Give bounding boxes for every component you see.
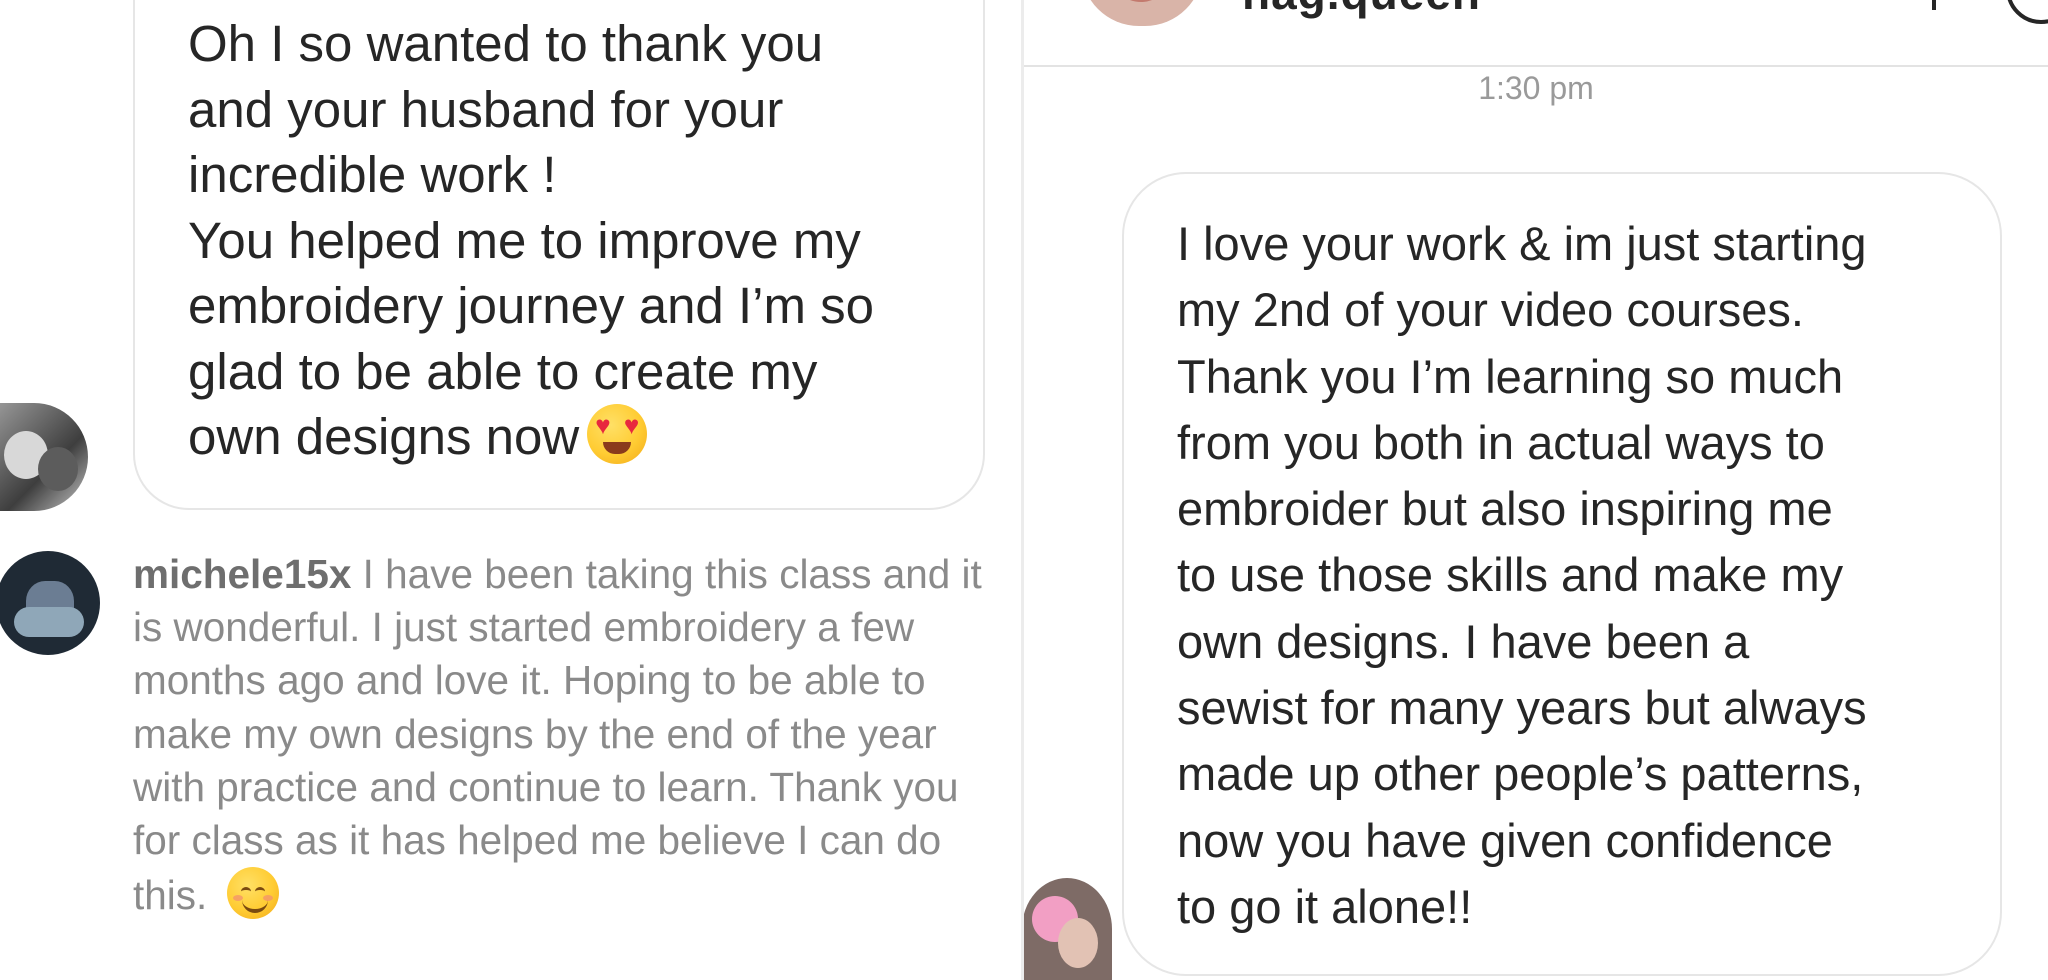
comment-username[interactable]: michele15x	[133, 551, 351, 597]
sender-avatar[interactable]	[0, 403, 88, 511]
left-screenshot: Oh I so wanted to thank you and your hus…	[0, 0, 1024, 980]
comment-text: I have been taking this class and it is …	[133, 551, 982, 919]
call-icon[interactable]	[1932, 0, 1936, 10]
right-screenshot: nag.queen 1:30 pm I love your work & im …	[1024, 0, 2048, 980]
heart-eyes-emoji-icon	[587, 404, 648, 464]
commenter-avatar[interactable]	[0, 551, 100, 655]
received-message-bubble[interactable]: Oh I so wanted to thank you and your hus…	[133, 0, 985, 510]
header-divider	[1024, 65, 2048, 67]
header-avatar[interactable]	[1081, 0, 1203, 26]
message-text: Oh I so wanted to thank you and your hus…	[188, 11, 978, 470]
comment: michele15x I have been taking this class…	[133, 548, 1013, 922]
header-username[interactable]: nag.queen	[1242, 0, 1481, 20]
received-message-bubble[interactable]: I love your work & im just starting my 2…	[1122, 172, 2002, 976]
smiling-face-emoji-icon	[226, 867, 279, 920]
message-timestamp: 1:30 pm	[1478, 70, 1594, 106]
info-icon[interactable]	[2006, 0, 2048, 24]
message-text: I love your work & im just starting my 2…	[1177, 217, 1867, 933]
sender-avatar[interactable]	[1024, 878, 1112, 980]
message-text-content: Oh I so wanted to thank you and your hus…	[188, 15, 874, 465]
